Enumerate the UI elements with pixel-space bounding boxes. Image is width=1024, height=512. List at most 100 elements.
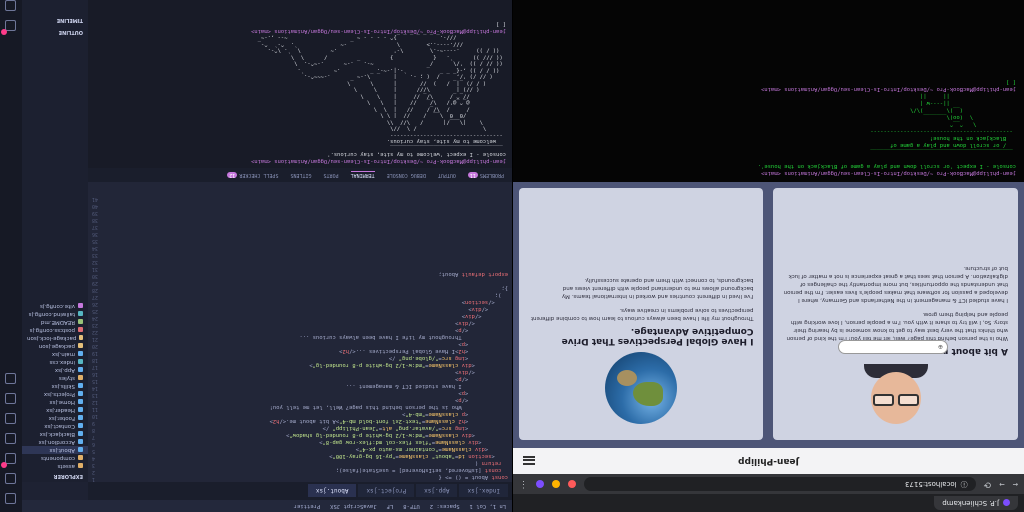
browser-tab-strip: J.P. Schlienkamp: [513, 494, 1024, 512]
browser-tab[interactable]: J.P. Schlienkamp: [934, 496, 1018, 510]
content-cards: ⊕ A bit about me. Who is the person behi…: [519, 188, 1018, 440]
panel-tab-ports[interactable]: PORTS: [324, 172, 339, 178]
file-item[interactable]: Projects.jsx: [22, 390, 88, 398]
terminal-line: console - I expect 'welcome to my site, …: [327, 151, 506, 158]
terminal-prompt: jean-philipp@MacBook-Pro ~/Desktop/Intro…: [251, 158, 506, 164]
code-editor[interactable]: 1 2 3 4 5 6 7 8 9 10 11 12 13 14 15 16 17 18 19 20 21 22 23 24 2…: [88, 182, 512, 482]
forward-icon[interactable]: →: [999, 479, 1004, 489]
back-icon[interactable]: ←: [1013, 479, 1018, 489]
outline-header[interactable]: OUTLINE: [22, 26, 88, 38]
address-bar[interactable]: ⓘ localhost:5173: [584, 477, 976, 491]
problems-badge: 11: [467, 172, 478, 178]
language-select[interactable]: ⊕: [838, 340, 948, 354]
timeline-header[interactable]: TIMELINE: [22, 14, 88, 26]
file-item[interactable]: postcss.config.js: [22, 326, 88, 334]
folder-item[interactable]: styles: [22, 374, 88, 382]
about-paragraph: Who is the person behind this page? Well…: [786, 311, 1008, 341]
explorer-icon[interactable]: [5, 493, 17, 504]
status-item[interactable]: JavaScript JSX: [330, 503, 376, 509]
status-item[interactable]: Prettier: [294, 503, 321, 509]
file-item[interactable]: index.css: [22, 358, 88, 366]
integrated-terminal[interactable]: jean-philipp@MacBook-Pro ~/Desktop/Intro…: [88, 0, 512, 168]
perspectives-card: I Have Global Perspectives That Drive Co…: [519, 188, 764, 440]
terminal-prompt: jean-philipp@MacBook-Pro ~/Desktop/Intro…: [761, 86, 1016, 92]
terminal-line: Blackjack on the house!: [929, 135, 1016, 141]
terminal-line: console - I expect 'or scroll down and p…: [757, 163, 1016, 169]
terminal-line: welcome to my site, stay curious.: [386, 138, 506, 145]
editor-tab[interactable]: Project.jsx: [358, 484, 415, 498]
status-item[interactable]: UTF-8: [403, 503, 420, 509]
file-item[interactable]: Header.jsx: [22, 406, 88, 414]
spell-badge: 12: [227, 172, 238, 178]
editor-tab[interactable]: Index.jsx: [459, 484, 508, 498]
terminal-prompt: jean-philipp@MacBook-Pro ~/Desktop/Intro…: [761, 170, 1016, 176]
editor-tab-active[interactable]: About.jsx: [307, 484, 357, 498]
panel-tab-output[interactable]: OUTPUT: [438, 172, 456, 178]
search-icon[interactable]: [5, 473, 17, 484]
terminal-line: / or scroll down and play a game of: [890, 142, 1016, 148]
activity-bar: [0, 0, 22, 512]
site-name[interactable]: Jean-Philipp: [738, 456, 799, 466]
panel-tab-problems[interactable]: PROBLEMS11: [467, 172, 504, 178]
file-item[interactable]: Accordion.jsx: [22, 438, 88, 446]
panel-tab-gitlens[interactable]: GITLENS: [290, 172, 311, 178]
source-control-icon[interactable]: [5, 453, 17, 464]
folder-item[interactable]: components: [22, 454, 88, 462]
site-header: Jean-Philipp: [513, 448, 1024, 474]
browser-tab-title: J.P. Schlienkamp: [942, 499, 999, 507]
file-item[interactable]: tailwind.config.js: [22, 310, 88, 318]
globe-icon: ⊕: [937, 343, 943, 351]
terminal-prompt: jean-philipp@MacBook-Pro ~/Desktop/Intro…: [251, 28, 506, 34]
editor-tabs: Index.jsx App.jsx Project.jsx About.jsx: [88, 482, 512, 500]
file-item[interactable]: Blackjack.jsx: [22, 430, 88, 438]
file-item-active[interactable]: About.jsx: [22, 446, 88, 454]
panel-tab-debug[interactable]: DEBUG CONSOLE: [387, 172, 426, 178]
settings-gear-icon[interactable]: [5, 0, 17, 11]
favicon-icon: [1003, 499, 1010, 507]
profile-avatar[interactable]: [536, 480, 544, 488]
perspectives-paragraph: I've lived in different countries and wo…: [561, 277, 754, 299]
file-item[interactable]: Home.jsx: [22, 398, 88, 406]
status-item[interactable]: Ln 1, Col 1: [470, 503, 506, 509]
file-item[interactable]: App.jsx: [22, 366, 88, 374]
globe-image: [605, 352, 678, 424]
extension-icon[interactable]: [552, 480, 560, 488]
file-item[interactable]: package-lock.json: [22, 334, 88, 342]
file-item[interactable]: main.jsx: [22, 350, 88, 358]
account-icon[interactable]: [5, 20, 17, 31]
hamburger-menu-icon[interactable]: [523, 456, 535, 466]
file-item[interactable]: package.json: [22, 342, 88, 350]
perspectives-heading: I Have Global Perspectives That Drive Co…: [561, 326, 754, 346]
file-item[interactable]: vite.config.js: [22, 302, 88, 310]
run-debug-icon[interactable]: [5, 433, 17, 444]
status-item[interactable]: Spaces: 2: [430, 503, 460, 509]
info-icon: ⓘ: [960, 480, 968, 488]
browser-toolbar: ← → ⟳ ⓘ localhost:5173 ⋮: [513, 474, 1024, 494]
vscode-window: Ln 1, Col 1 Spaces: 2 UTF-8 LF JavaScrip…: [0, 0, 512, 512]
extensions-icon[interactable]: [5, 413, 17, 424]
menu-icon[interactable]: ⋮: [519, 479, 528, 489]
editor-tab[interactable]: App.jsx: [416, 484, 458, 498]
testing-icon[interactable]: [5, 373, 17, 384]
line-numbers: 1 2 3 4 5 6 7 8 9 10 11 12 13 14 15 16 17 18 19 20 21 22 23 24 2…: [92, 196, 99, 482]
about-card: ⊕ A bit about me. Who is the person behi…: [773, 188, 1018, 440]
terminal-blackjack[interactable]: jean-philipp@MacBook-Pro ~/Desktop/Intro…: [512, 0, 1024, 182]
panel-tab-spell[interactable]: SPELL CHECKER12: [227, 172, 278, 178]
reload-icon[interactable]: ⟳: [984, 479, 992, 489]
perspectives-paragraph: Throughout my life I have been always cu…: [530, 307, 754, 321]
file-item[interactable]: Skills.jsx: [22, 382, 88, 390]
browser-window: J.P. Schlienkamp ← → ⟳ ⓘ localhost:5173 …: [512, 182, 1024, 512]
file-item[interactable]: README.md: [22, 318, 88, 326]
file-item[interactable]: Footer.jsx: [22, 414, 88, 422]
address-bar-url: localhost:5173: [905, 480, 957, 488]
about-paragraph: I have studied ICT & management in the N…: [783, 265, 1008, 303]
panel-tab-terminal[interactable]: TERMINAL: [350, 171, 375, 179]
extension-icon[interactable]: [568, 480, 576, 488]
status-item[interactable]: LF: [387, 503, 394, 509]
file-item[interactable]: Contact.jsx: [22, 422, 88, 430]
remote-icon[interactable]: [5, 393, 17, 404]
screen: J.P. Schlienkamp ← → ⟳ ⓘ localhost:5173 …: [0, 0, 1024, 512]
folder-item[interactable]: assets: [22, 462, 88, 470]
code-content: const About = () => { const [isHovered, …: [269, 271, 508, 480]
panel-tabs: PROBLEMS11 OUTPUT DEBUG CONSOLE TERMINAL…: [88, 168, 512, 182]
